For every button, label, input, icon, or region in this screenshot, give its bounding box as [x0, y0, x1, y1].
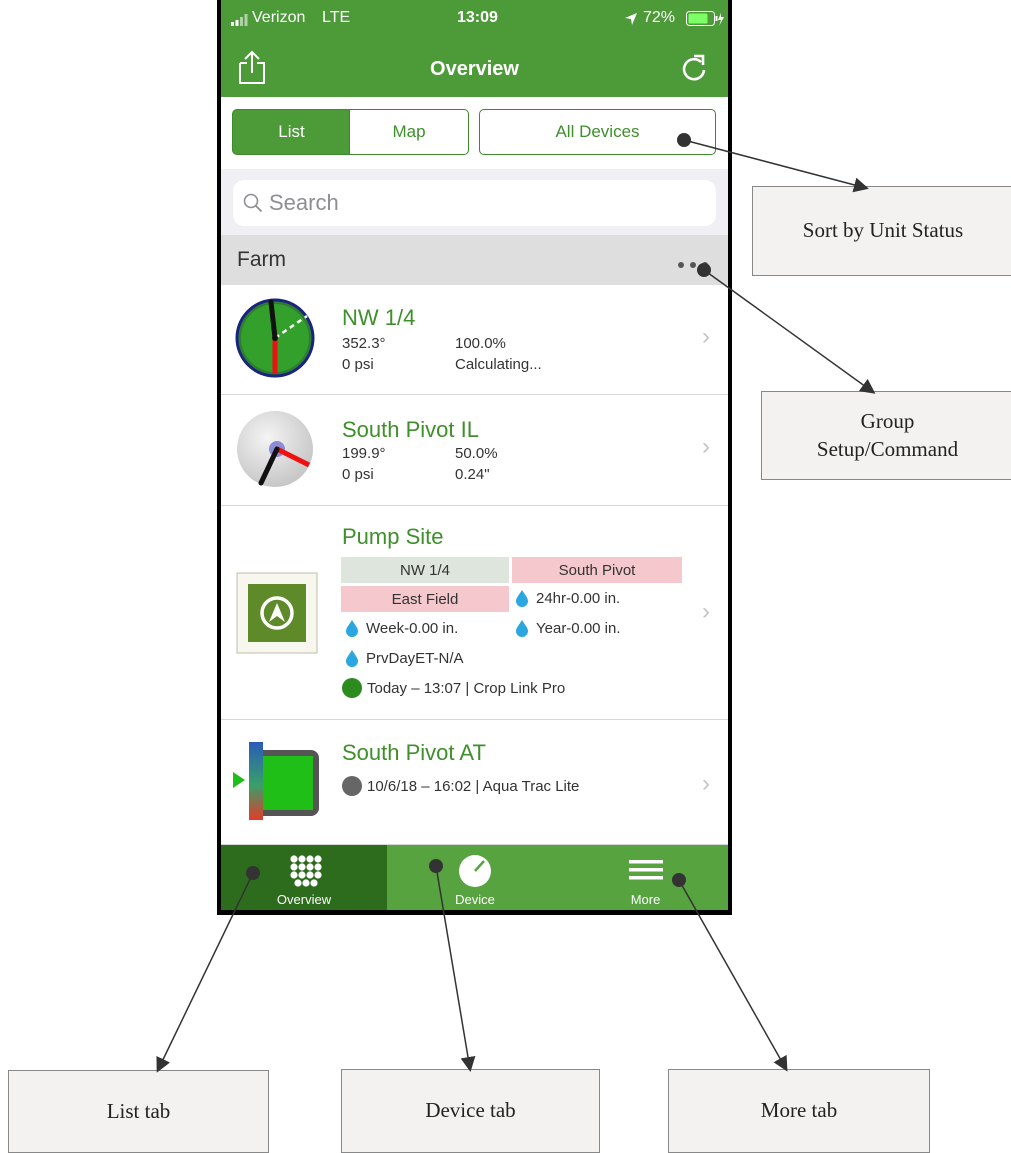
group-header: Farm [221, 235, 728, 285]
crop-link-logo-icon [236, 572, 318, 659]
search-icon [243, 193, 263, 213]
last-update: Today – 13:07 | Crop Link Pro [367, 680, 566, 697]
list-item-south-pivot-il[interactable]: South Pivot IL 199.9° 50.0% 0 psi 0.24" … [221, 395, 728, 506]
callout-group-setup: Group Setup/Command [761, 391, 1011, 480]
chevron-right-icon: › [702, 598, 710, 625]
device-percent: 50.0% [455, 445, 498, 462]
page-title: Overview [430, 58, 519, 80]
nav-bar: Overview [221, 40, 728, 97]
tab-list[interactable]: List [232, 109, 351, 155]
device-name: Pump Site [342, 524, 444, 549]
callout-more-tab: More tab [668, 1069, 930, 1153]
tab-list-label: List [278, 122, 305, 141]
list-item-south-pivot-at[interactable]: South Pivot AT 10/6/18 – 16:02 | Aqua Tr… [221, 720, 728, 845]
callout-text: More tab [760, 1098, 838, 1123]
chevron-right-icon: › [702, 770, 710, 797]
device-angle: 352.3° [342, 335, 386, 352]
all-devices-label: All Devices [555, 122, 640, 141]
phone-frame: Verizon LTE 13:09 72% Overview List Map … [217, 0, 732, 915]
previous-day-et: PrvDayET-N/A [366, 650, 464, 667]
rain-year: Year-0.00 in. [536, 620, 621, 637]
callout-device-tab: Device tab [341, 1069, 600, 1153]
gauge-icon [457, 853, 493, 892]
device-name: South Pivot IL [342, 417, 479, 442]
list-item-nw-quarter[interactable]: NW 1/4 352.3° 100.0% 0 psi Calculating..… [221, 285, 728, 395]
search-area: Search [221, 169, 728, 235]
device-name: NW 1/4 [342, 305, 416, 330]
tab-more[interactable]: More [563, 845, 728, 910]
location-arrow-icon [624, 12, 638, 31]
device-percent: 100.0% [455, 335, 506, 352]
callout-text-line1: Group [860, 409, 915, 434]
tab-overview-label: Overview [276, 892, 332, 907]
tab-overview[interactable]: Overview [221, 845, 387, 910]
status-cell-south-pivot: South Pivot [512, 557, 682, 583]
network-label: LTE [322, 9, 351, 26]
water-drop-icon [345, 650, 359, 667]
battery-percent: 72% [643, 9, 676, 26]
water-drop-icon [515, 590, 529, 607]
device-pressure: 0 psi [342, 356, 374, 373]
device-angle: 199.9° [342, 445, 386, 462]
callout-sort-by-unit-status: Sort by Unit Status [752, 186, 1011, 276]
signal-icon [231, 13, 251, 26]
segment-area: List Map All Devices [221, 97, 728, 169]
cell-label: East Field [391, 590, 459, 608]
water-drop-icon [345, 620, 359, 637]
chevron-right-icon: › [702, 433, 710, 460]
tab-more-label: More [630, 892, 661, 907]
tab-bar: Overview Device More [221, 845, 728, 910]
status-cell-east-field: East Field [341, 586, 509, 612]
carrier-label: Verizon [252, 9, 306, 26]
battery-icon [686, 11, 724, 32]
chevron-right-icon: › [702, 323, 710, 350]
status-dot-online-icon [342, 678, 362, 698]
pivot-icon [235, 298, 315, 383]
ellipsis-icon[interactable] [677, 256, 709, 274]
grid-dots-icon [289, 855, 323, 890]
callout-text: List tab [106, 1098, 171, 1123]
callout-text: Device tab [425, 1098, 516, 1123]
callout-list-tab: List tab [8, 1070, 269, 1153]
app-screen: Verizon LTE 13:09 72% Overview List Map … [221, 0, 728, 910]
status-cell-nw-quarter: NW 1/4 [341, 557, 509, 583]
status-dot-offline-icon [342, 776, 362, 796]
refresh-icon[interactable] [679, 52, 709, 89]
tab-device[interactable]: Device [387, 845, 563, 910]
callout-text-line2: Setup/Command [816, 436, 959, 461]
cell-label: South Pivot [558, 561, 636, 579]
device-pressure: 0 psi [342, 466, 374, 483]
device-status: Calculating... [455, 356, 542, 373]
device-name: South Pivot AT [342, 740, 486, 765]
all-devices-button[interactable]: All Devices [479, 109, 716, 155]
tab-map[interactable]: Map [349, 109, 469, 155]
search-input[interactable]: Search [233, 180, 716, 226]
callout-text: Sort by Unit Status [802, 218, 964, 243]
device-status: 0.24" [455, 466, 490, 483]
hamburger-menu-icon [629, 859, 663, 884]
cell-label: NW 1/4 [399, 561, 450, 579]
tab-device-label: Device [455, 892, 495, 907]
last-update: 10/6/18 – 16:02 | Aqua Trac Lite [367, 778, 580, 795]
pivot-icon [235, 409, 315, 494]
tab-map-label: Map [392, 122, 426, 141]
rain-week: Week-0.00 in. [366, 620, 459, 637]
list-item-pump-site[interactable]: Pump Site NW 1/4 South Pivot East Field … [221, 506, 728, 720]
group-name: Farm [237, 248, 286, 271]
rain-24hr: 24hr-0.00 in. [536, 590, 621, 607]
aqua-trac-icon [231, 742, 321, 827]
clock: 13:09 [457, 9, 498, 26]
water-drop-icon [515, 620, 529, 637]
search-placeholder: Search [269, 190, 339, 215]
status-bar: Verizon LTE 13:09 72% [221, 0, 728, 40]
